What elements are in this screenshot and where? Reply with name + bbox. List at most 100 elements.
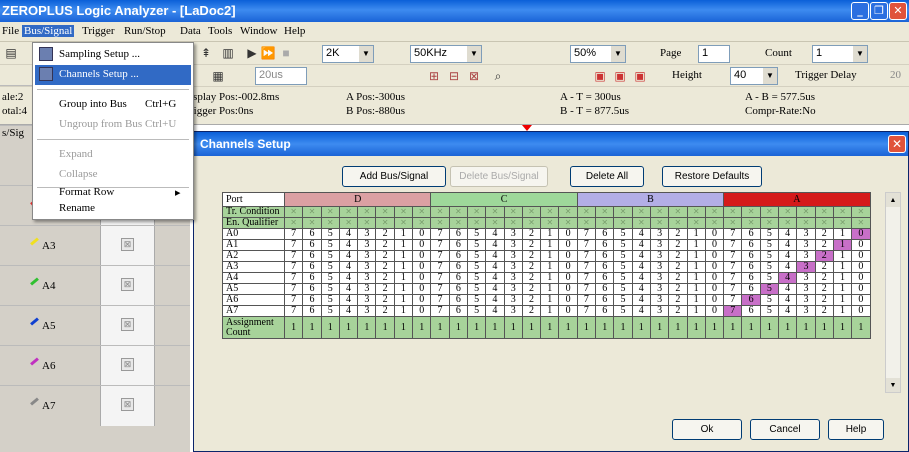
x-cell-icon[interactable]: ✕ [430,217,450,229]
bit-cell[interactable]: 6 [302,305,322,317]
bit-cell[interactable]: 5 [320,261,340,273]
bit-cell[interactable]: 7 [723,272,743,284]
x-cell-icon[interactable]: ✕ [521,206,542,218]
x-cell-icon[interactable]: ✕ [375,206,395,218]
bit-cell[interactable]: 0 [851,305,871,317]
bit-cell[interactable]: 5 [613,228,633,240]
bit-cell[interactable]: 6 [741,272,761,284]
bit-cell[interactable]: 7 [723,283,743,295]
x-cell-icon[interactable]: ✕ [832,206,853,218]
bit-cell[interactable]: 1 [832,239,853,251]
bit-cell[interactable]: 6 [741,294,761,306]
bit-cell[interactable]: 6 [741,239,761,251]
bus-icon-3[interactable]: ▣ [632,68,648,84]
bit-cell[interactable]: 5 [613,250,633,262]
bit-cell[interactable]: 5 [759,272,780,284]
bit-cell[interactable]: 6 [302,250,322,262]
bit-cell[interactable]: 7 [283,228,304,240]
bit-cell[interactable]: 2 [521,239,542,251]
bit-cell[interactable]: 6 [448,283,468,295]
bit-cell[interactable]: 2 [521,283,542,295]
bus-ak-icon[interactable]: ⊞ [426,68,442,84]
bit-cell[interactable]: 5 [320,239,340,251]
bit-cell[interactable]: 6 [595,250,615,262]
bit-cell[interactable]: 2 [814,239,834,251]
bus-bk-icon[interactable]: ⊟ [446,68,462,84]
x-cell-icon[interactable]: ✕ [485,206,505,218]
bit-cell[interactable]: 3 [649,250,670,262]
x-cell-icon[interactable]: ✕ [338,217,359,229]
bit-cell[interactable]: 0 [704,228,725,240]
x-cell-icon[interactable]: ✕ [668,206,688,218]
grid-scrollbar[interactable]: ▲ ▼ [885,192,901,393]
bit-cell[interactable]: 0 [851,272,871,284]
bit-cell[interactable]: 3 [649,228,670,240]
menu-item-ungroup-from-bus[interactable]: Ungroup from Bus Ctrl+U [35,115,191,135]
x-cell-icon[interactable]: ✕ [302,217,322,229]
bit-cell[interactable]: 0 [558,283,578,295]
bit-cell[interactable]: 5 [613,283,633,295]
bit-cell[interactable]: 5 [320,228,340,240]
x-cell-icon[interactable]: ✕ [595,206,615,218]
bit-cell[interactable]: 6 [595,305,615,317]
x-cell-icon[interactable]: ✕ [357,206,377,218]
bit-cell[interactable]: 0 [851,239,871,251]
help-button[interactable]: Help [828,419,884,440]
open-icon[interactable]: ▤ [3,45,19,61]
bit-cell[interactable]: 1 [540,283,560,295]
bit-cell[interactable]: 7 [283,261,304,273]
bit-cell[interactable]: 2 [375,261,395,273]
bit-cell[interactable]: 6 [302,294,322,306]
bit-cell[interactable]: 1 [686,305,706,317]
bus-icon-1[interactable]: ▣ [592,68,608,84]
bit-cell[interactable]: 6 [595,283,615,295]
x-cell-icon[interactable]: ✕ [595,217,615,229]
signal-checkbox[interactable]: ⊠ [121,358,134,371]
bit-cell[interactable]: 0 [851,294,871,306]
x-cell-icon[interactable]: ✕ [851,217,871,229]
bit-cell[interactable]: 2 [668,250,688,262]
bit-cell[interactable]: 6 [595,239,615,251]
delete-all-button[interactable]: Delete All [570,166,644,187]
bit-cell[interactable]: 0 [412,261,432,273]
run-icon[interactable]: ▶ [244,45,260,61]
bit-cell[interactable]: 5 [320,283,340,295]
bit-cell[interactable]: 4 [338,228,359,240]
sample-rate-select[interactable]: 50KHz ▼ [410,45,482,63]
bit-cell[interactable]: 5 [759,239,780,251]
bit-cell[interactable]: 6 [595,228,615,240]
menu-bus-signal[interactable]: Bus/Signal [22,25,75,37]
bit-cell[interactable]: 4 [631,294,651,306]
bit-cell[interactable]: 5 [613,261,633,273]
bit-cell[interactable]: 5 [320,250,340,262]
bit-cell[interactable]: 2 [668,261,688,273]
bit-cell[interactable]: 3 [796,283,816,295]
bit-cell[interactable]: 6 [302,283,322,295]
cancel-button[interactable]: Cancel [750,419,820,440]
bit-cell[interactable]: 1 [686,294,706,306]
bit-cell[interactable]: 5 [466,261,487,273]
x-cell-icon[interactable]: ✕ [704,206,725,218]
bit-cell[interactable]: 7 [430,272,450,284]
bit-cell[interactable]: 3 [503,261,523,273]
bit-cell[interactable]: 5 [759,261,780,273]
bit-cell[interactable]: 5 [613,239,633,251]
x-cell-icon[interactable]: ✕ [796,206,816,218]
x-cell-icon[interactable]: ✕ [649,217,670,229]
bit-cell[interactable]: 5 [466,283,487,295]
bit-cell[interactable]: 4 [485,228,505,240]
x-cell-icon[interactable]: ✕ [393,217,414,229]
bit-cell[interactable]: 7 [723,261,743,273]
x-cell-icon[interactable]: ✕ [302,206,322,218]
bit-cell[interactable]: 7 [430,239,450,251]
bit-cell[interactable]: 3 [503,283,523,295]
bit-cell[interactable]: 0 [851,250,871,262]
bit-cell[interactable]: 2 [375,239,395,251]
bit-cell[interactable]: 2 [375,283,395,295]
bit-cell[interactable]: 3 [503,305,523,317]
bit-cell[interactable]: 7 [723,239,743,251]
bit-cell[interactable]: 1 [540,305,560,317]
x-cell-icon[interactable]: ✕ [540,217,560,229]
bit-cell[interactable]: 7 [283,283,304,295]
bit-cell[interactable]: 3 [503,294,523,306]
